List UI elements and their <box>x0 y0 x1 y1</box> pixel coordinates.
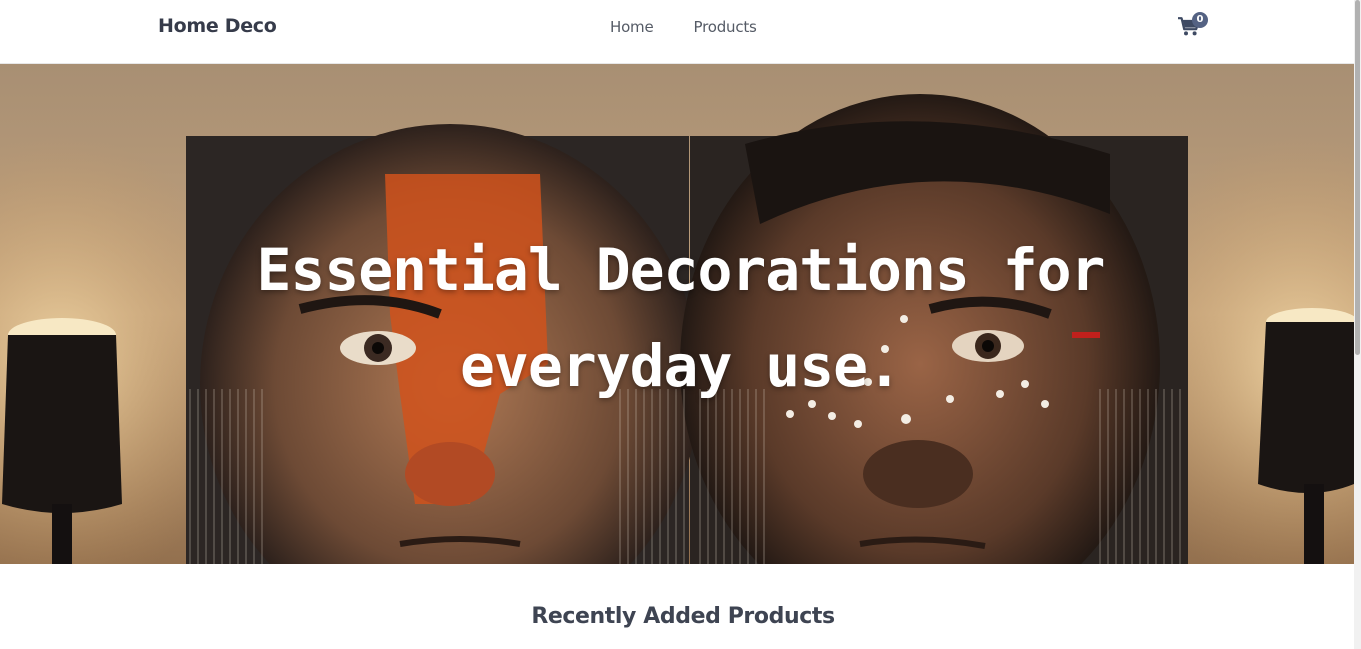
cart-button[interactable]: 0 <box>1176 12 1210 40</box>
nav-link-products[interactable]: Products <box>694 18 757 36</box>
page-scrollbar[interactable] <box>1354 0 1361 649</box>
nav-links: Home Products <box>610 18 757 36</box>
scrollbar-thumb[interactable] <box>1355 0 1360 355</box>
hero-title-line-2: everyday use. <box>460 332 902 400</box>
cart-count-badge: 0 <box>1192 12 1208 28</box>
navbar: Home Deco Home Products 0 <box>0 0 1354 64</box>
brand-logo[interactable]: Home Deco <box>158 15 277 37</box>
recently-added-heading: Recently Added Products <box>531 604 835 629</box>
hero-title-line-1: Essential Decorations for <box>256 236 1106 304</box>
hero-banner: Essential Decorations for everyday use. <box>0 64 1354 564</box>
hero-title: Essential Decorations for everyday use. <box>0 222 1354 414</box>
nav-link-home[interactable]: Home <box>610 18 654 36</box>
